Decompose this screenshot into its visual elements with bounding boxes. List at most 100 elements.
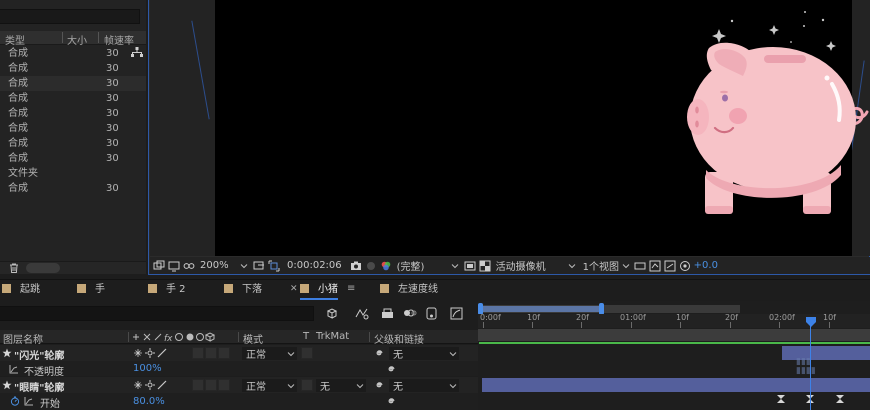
current-time-indicator-head[interactable] (806, 317, 816, 327)
shy-layers-icon[interactable] (354, 306, 369, 321)
current-time-indicator-line[interactable] (810, 326, 811, 410)
project-item[interactable]: 文件夹 (0, 166, 146, 181)
viewer-canvas[interactable] (150, 0, 870, 256)
quality-switch-icon[interactable] (157, 380, 167, 390)
column-separator[interactable] (128, 332, 129, 342)
keyframe-icon[interactable] (777, 395, 785, 403)
exposure-value[interactable]: +0.0 (694, 260, 718, 271)
project-item[interactable]: 合成 30 (0, 151, 146, 166)
spiral-icon[interactable] (374, 380, 384, 390)
project-item[interactable]: 合成 30 (0, 136, 146, 151)
frame-blend-switch[interactable] (205, 347, 217, 359)
glasses-icon[interactable] (183, 260, 195, 272)
show-snapshot-icon[interactable] (365, 260, 377, 272)
resolution-dropdown[interactable]: (完整) (395, 259, 461, 273)
column-mode[interactable]: 模式 (243, 331, 263, 346)
trash-icon[interactable] (9, 263, 19, 273)
composition-frame[interactable] (215, 0, 869, 256)
timeline-icon[interactable] (649, 260, 661, 272)
draft-3d-icon[interactable] (325, 306, 340, 321)
column-t[interactable]: T (303, 331, 309, 342)
project-item[interactable]: 合成 30 (0, 46, 146, 61)
parent-dropdown[interactable]: 无 (389, 379, 459, 393)
column-size[interactable]: 大小 (67, 32, 87, 47)
camera-dropdown[interactable]: 活动摄像机 (494, 259, 578, 273)
viewer-timecode[interactable]: 0:00:02:06 (287, 260, 342, 271)
tab-zuo-sudu-xian[interactable]: 左速度线 (380, 282, 438, 298)
project-item[interactable]: 合成 30 (0, 181, 146, 196)
motion-blur-icon[interactable] (402, 306, 417, 321)
layer-name[interactable]: "闪光"轮廓 (14, 347, 64, 362)
project-item[interactable]: 合成 30 (0, 91, 146, 106)
motion-blur-switch[interactable] (218, 379, 230, 391)
blend-mode-dropdown[interactable]: 正常 (242, 347, 297, 361)
work-area-bar[interactable] (478, 329, 870, 341)
graph-icon[interactable] (9, 364, 19, 374)
motion-blur-switch[interactable] (218, 347, 230, 359)
reset-exposure-icon[interactable] (679, 260, 691, 272)
column-type[interactable]: 类型 (5, 32, 25, 47)
flowchart-icon[interactable] (131, 47, 143, 58)
project-item[interactable]: 合成 30 (0, 61, 146, 76)
transparency-grid-icon[interactable] (479, 260, 491, 272)
effect-switch[interactable] (192, 379, 204, 391)
time-navigator-range[interactable] (480, 306, 602, 312)
frame-blending-icon[interactable] (380, 306, 395, 321)
stopwatch-icon[interactable] (10, 396, 20, 406)
piggy-bank-illustration[interactable] (651, 0, 870, 230)
flowchart-icon[interactable] (664, 260, 676, 272)
layer-search-input[interactable] (0, 306, 314, 321)
close-tab-icon[interactable]: ✕ (290, 284, 298, 294)
project-item[interactable]: 合成 30 (0, 106, 146, 121)
property-value[interactable]: 80.0% (133, 396, 165, 407)
graph-editor-toggle-icon[interactable] (424, 306, 439, 321)
property-value[interactable]: 100% (133, 363, 162, 374)
trkmat-dropdown[interactable]: 无 (316, 379, 366, 393)
project-item[interactable]: 合成 30 (0, 121, 146, 136)
spiral-icon[interactable] (386, 364, 396, 374)
column-parent[interactable]: 父级和链接 (374, 331, 424, 346)
preserve-transparency-switch[interactable] (301, 379, 313, 391)
project-search-input[interactable] (0, 9, 140, 24)
channel-icon[interactable] (380, 260, 392, 272)
project-item[interactable]: 合成 30 (0, 76, 146, 91)
column-separator[interactable] (369, 332, 370, 342)
always-preview-icon[interactable] (153, 260, 165, 272)
shy-switch-icon[interactable] (133, 348, 143, 358)
tab-menu-icon[interactable]: ≡ (347, 283, 355, 294)
column-separator[interactable] (98, 32, 99, 43)
camera-icon[interactable] (350, 260, 362, 272)
collapse-switch-icon[interactable] (145, 348, 155, 358)
fast-preview-icon[interactable] (464, 260, 476, 272)
collapse-switch-icon[interactable] (145, 380, 155, 390)
keyframe-icon[interactable] (836, 395, 844, 403)
column-separator[interactable] (238, 332, 239, 342)
tab-qitiao[interactable]: 起跳 (2, 282, 40, 298)
layer-row[interactable]: "闪光"轮廓 正常 无 (0, 345, 478, 362)
shy-switch-icon[interactable] (133, 380, 143, 390)
blend-mode-dropdown[interactable]: 正常 (242, 379, 297, 393)
region-of-interest-icon[interactable] (268, 260, 280, 272)
tab-shou[interactable]: 手 (77, 282, 105, 298)
monitor-icon[interactable] (168, 260, 180, 272)
fit-frame-icon[interactable] (253, 260, 265, 272)
parent-dropdown[interactable]: 无 (389, 347, 459, 361)
tab-xiaozhu[interactable]: 小猪 (300, 282, 338, 300)
quality-switch-icon[interactable] (157, 348, 167, 358)
layer-duration-bar[interactable] (482, 378, 870, 392)
column-layer-name[interactable]: 图层名称 (3, 331, 43, 346)
column-fps[interactable]: 帧速率 (104, 32, 134, 47)
preserve-transparency-switch[interactable] (301, 347, 313, 359)
spiral-icon[interactable] (374, 348, 384, 358)
frame-blend-switch[interactable] (205, 379, 217, 391)
graph-icon[interactable] (24, 396, 34, 406)
layer-row[interactable]: "眼睛"轮廓 正常 无 无 (0, 377, 478, 394)
project-scrollbar[interactable] (26, 263, 60, 273)
tab-xialuo[interactable]: 下落 (224, 282, 262, 298)
tab-shou-2[interactable]: 手 2 (148, 282, 186, 298)
column-trkmat[interactable]: TrkMat (316, 331, 349, 342)
views-dropdown[interactable]: 1个视图 (581, 259, 631, 273)
property-row[interactable]: 开始 80.0% (0, 393, 478, 410)
toggle-pixel-aspect-icon[interactable] (634, 260, 646, 272)
switches-header-icons[interactable]: fx (132, 332, 236, 342)
